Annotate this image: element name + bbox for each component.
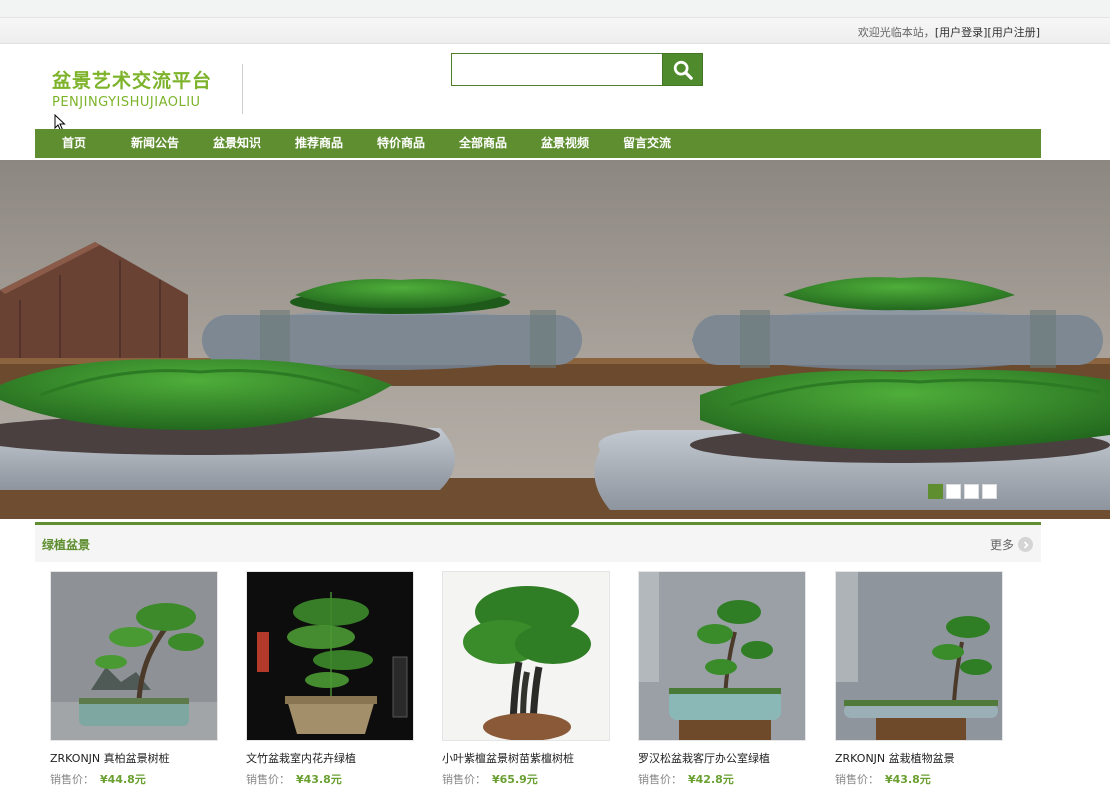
section-header: 绿植盆景 更多 [35, 522, 1041, 562]
chevron-right-icon [1018, 537, 1033, 552]
price-label: 销售价： [246, 773, 290, 786]
product-card[interactable]: 文竹盆栽室内花卉绿植 销售价： ¥43.8元 [246, 571, 414, 787]
product-card[interactable]: ZRKONJN 真柏盆景树桩 销售价： ¥44.8元 [50, 571, 218, 787]
banner-image [0, 160, 1110, 519]
slide-dot-3[interactable] [964, 484, 979, 499]
product-price: ¥43.8元 [885, 773, 931, 786]
welcome-bar: 欢迎光临本站，[用户登录][用户注册] [0, 18, 1110, 44]
search-icon [673, 60, 693, 80]
product-image[interactable] [246, 571, 414, 741]
section-title: 绿植盆景 [42, 538, 91, 552]
product-price-row: 销售价： ¥43.8元 [246, 771, 414, 787]
product-name[interactable]: 文竹盆栽室内花卉绿植 [246, 750, 414, 766]
product-name[interactable]: 小叶紫檀盆景树苗紫檀树桩 [442, 750, 610, 766]
logo-divider [242, 64, 243, 114]
slide-dot-4[interactable] [982, 484, 997, 499]
nav-item-videos[interactable]: 盆景视频 [525, 129, 605, 158]
site-logo[interactable]: 盆景艺术交流平台 PENJINGYISHUJIAOLIU [52, 66, 212, 110]
price-label: 销售价： [442, 773, 486, 786]
slide-dot-2[interactable] [946, 484, 961, 499]
nav-item-recommended[interactable]: 推荐商品 [277, 129, 361, 158]
nav-item-messages[interactable]: 留言交流 [605, 129, 689, 158]
product-price: ¥42.8元 [688, 773, 734, 786]
product-price-row: 销售价： ¥44.8元 [50, 771, 218, 787]
more-label: 更多 [989, 538, 1014, 552]
logo-title: 盆景艺术交流平台 [52, 70, 213, 92]
more-link[interactable]: 更多 [990, 536, 1033, 553]
product-card[interactable]: 罗汉松盆栽客厅办公室绿植 销售价： ¥42.8元 [638, 571, 806, 787]
product-price-row: 销售价： ¥42.8元 [638, 771, 806, 787]
nav-item-home[interactable]: 首页 [35, 129, 113, 158]
product-name[interactable]: ZRKONJN 真柏盆景树桩 [50, 750, 218, 766]
register-link[interactable]: [用户注册] [987, 26, 1040, 39]
product-image[interactable] [835, 571, 1003, 741]
product-price-row: 销售价： ¥65.9元 [442, 771, 610, 787]
product-name[interactable]: 罗汉松盆栽客厅办公室绿植 [638, 750, 806, 766]
welcome-text: 欢迎光临本站，[用户登录][用户注册] [858, 24, 1040, 40]
nav-item-special[interactable]: 特价商品 [361, 129, 441, 158]
login-link[interactable]: [用户登录] [935, 26, 988, 39]
slide-dot-1[interactable] [928, 484, 943, 499]
product-card[interactable]: ZRKONJN 盆栽植物盆景 销售价： ¥43.8元 [835, 571, 1003, 787]
product-image[interactable] [442, 571, 610, 741]
nav-item-all-products[interactable]: 全部商品 [441, 129, 525, 158]
top-strip [0, 0, 1110, 18]
welcome-message: 欢迎光临本站， [857, 26, 935, 39]
nav-item-news[interactable]: 新闻公告 [113, 129, 197, 158]
search-button[interactable] [662, 53, 703, 86]
product-price-row: 销售价： ¥43.8元 [835, 771, 1003, 787]
product-price: ¥43.8元 [296, 773, 342, 786]
product-card[interactable]: 小叶紫檀盆景树苗紫檀树桩 销售价： ¥65.9元 [442, 571, 610, 787]
price-label: 销售价： [835, 773, 879, 786]
product-image[interactable] [50, 571, 218, 741]
logo-subtitle: PENJINGYISHUJIAOLIU [52, 95, 201, 110]
price-label: 销售价： [50, 773, 94, 786]
product-price: ¥65.9元 [492, 773, 538, 786]
banner-slideshow[interactable] [0, 160, 1110, 519]
main-nav: 首页 新闻公告 盆景知识 推荐商品 特价商品 全部商品 盆景视频 留言交流 [35, 129, 1041, 158]
product-name[interactable]: ZRKONJN 盆栽植物盆景 [835, 750, 1003, 766]
price-label: 销售价： [638, 773, 682, 786]
product-price: ¥44.8元 [100, 773, 146, 786]
nav-item-knowledge[interactable]: 盆景知识 [197, 129, 277, 158]
slideshow-indicators [928, 484, 997, 499]
search-input[interactable] [451, 53, 663, 86]
product-image[interactable] [638, 571, 806, 741]
